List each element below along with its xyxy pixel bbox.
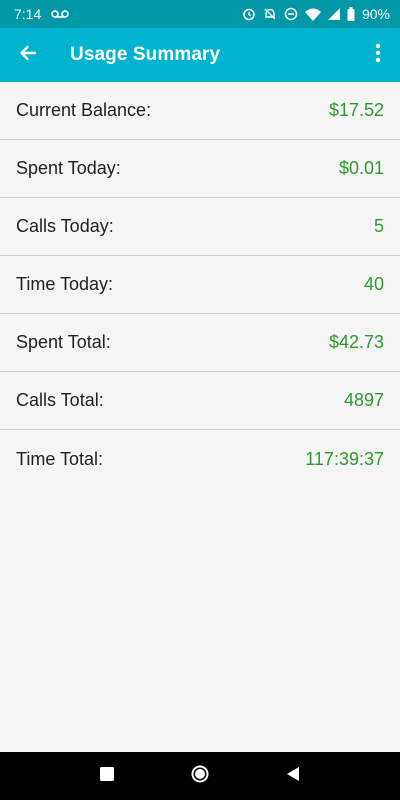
row-label: Calls Total: xyxy=(16,390,104,410)
home-icon xyxy=(191,765,209,788)
alarm-icon xyxy=(242,7,256,21)
home-button[interactable] xyxy=(176,752,224,800)
battery-percent: 90% xyxy=(361,6,390,22)
battery-icon xyxy=(347,7,355,21)
row-label: Spent Total: xyxy=(16,332,111,352)
row-value: 5 xyxy=(373,216,384,236)
system-navigation-bar xyxy=(0,752,400,800)
row-label: Calls Today: xyxy=(16,216,114,236)
arrow-back-icon xyxy=(18,43,38,68)
back-icon xyxy=(285,766,301,787)
spent-today-row: Spent Today: $0.01 xyxy=(0,140,400,198)
notifications-off-icon xyxy=(263,7,277,21)
recents-button[interactable] xyxy=(83,752,131,800)
page-title: Usage Summary xyxy=(70,44,221,65)
status-bar: 7:14 90% xyxy=(0,0,400,28)
recents-icon xyxy=(99,766,114,786)
time-total-row: Time Total: 117:39:37 xyxy=(0,430,400,488)
status-time: 7:14 xyxy=(14,6,42,22)
row-value: $17.52 xyxy=(328,100,384,120)
back-button[interactable] xyxy=(0,28,56,82)
row-value: $0.01 xyxy=(338,158,384,178)
row-label: Time Today: xyxy=(16,274,114,294)
row-label: Current Balance: xyxy=(16,100,152,120)
calls-today-row: Calls Today: 5 xyxy=(0,198,400,256)
overflow-menu-button[interactable] xyxy=(356,28,400,82)
wifi-icon xyxy=(304,8,321,21)
row-label: Time Total: xyxy=(16,448,104,469)
app-bar: Usage Summary xyxy=(0,28,400,82)
usage-summary-list: Current Balance: $17.52 Spent Today: $0.… xyxy=(0,82,400,488)
do-not-disturb-icon xyxy=(284,7,298,21)
nav-back-button[interactable] xyxy=(269,752,317,800)
row-value: 117:39:37 xyxy=(305,448,384,469)
more-vert-icon xyxy=(375,43,381,68)
current-balance-row: Current Balance: $17.52 xyxy=(0,82,400,140)
row-value: 40 xyxy=(363,274,384,294)
signal-icon xyxy=(327,8,340,20)
row-value: $42.73 xyxy=(328,332,384,352)
row-label: Spent Today: xyxy=(16,158,121,178)
row-value: 4897 xyxy=(343,390,384,410)
time-today-row: Time Today: 40 xyxy=(0,256,400,314)
calls-total-row: Calls Total: 4897 xyxy=(0,372,400,430)
voicemail-icon xyxy=(51,6,70,22)
spent-total-row: Spent Total: $42.73 xyxy=(0,314,400,372)
